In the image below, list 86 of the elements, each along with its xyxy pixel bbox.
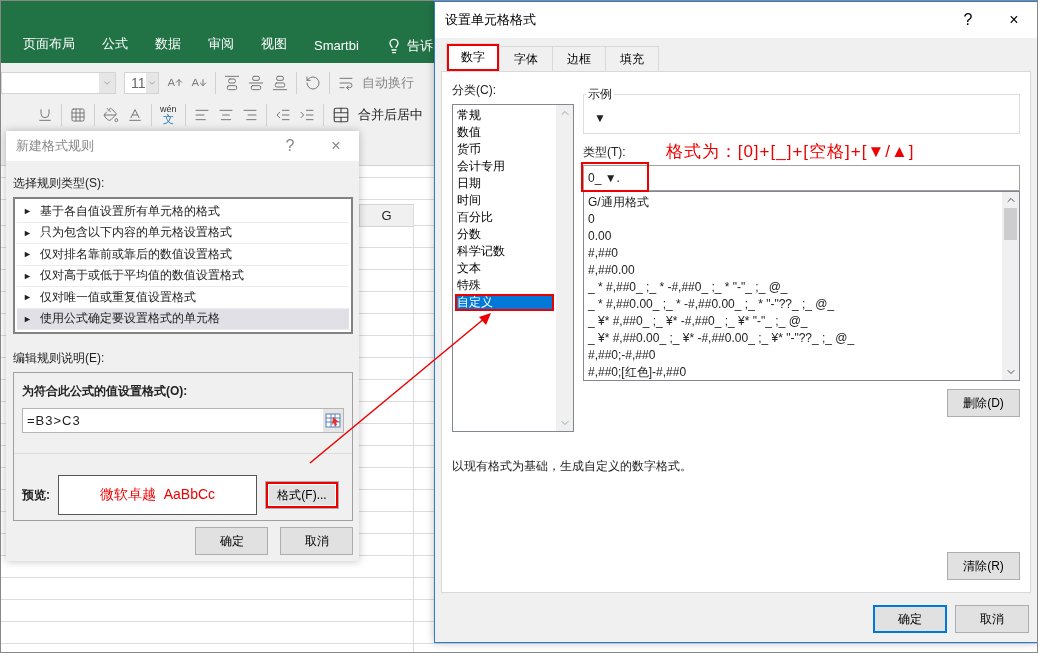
underline-icon[interactable]: [37, 107, 53, 123]
rule-type-item[interactable]: ► 仅对高于或低于平均值的数值设置格式: [17, 265, 349, 287]
dialog-tab[interactable]: 填充: [605, 46, 659, 71]
format-item[interactable]: _ ¥* #,##0_ ;_ ¥* -#,##0_ ;_ ¥* "-"_ ;_ @_: [588, 313, 998, 330]
decrease-indent-icon[interactable]: [274, 107, 291, 123]
category-item[interactable]: 分数: [455, 226, 554, 243]
delete-button[interactable]: 删除(D): [947, 389, 1020, 417]
font-size-field[interactable]: 11: [124, 72, 159, 94]
format-item[interactable]: _ * #,##0.00_ ;_ * -#,##0.00_ ;_ * "-"??_ ;_ @_: [588, 296, 998, 313]
increase-indent-icon[interactable]: [298, 107, 315, 123]
category-item[interactable]: 会计专用: [455, 158, 554, 175]
format-item[interactable]: _ * #,##0_ ;_ * -#,##0_ ;_ * "-"_ ;_ @_: [588, 279, 998, 296]
preview-text: 微软卓越 AaBbCc: [58, 475, 257, 515]
sample-label: 示例: [587, 86, 613, 103]
format-item[interactable]: #,##0;[红色]-#,##0: [588, 364, 998, 381]
dropdown-icon[interactable]: [146, 78, 157, 88]
type-label: 类型(T):: [583, 143, 626, 160]
dialog-title: 设置单元格格式: [445, 11, 537, 29]
scrollbar[interactable]: [1002, 192, 1019, 380]
formula-field[interactable]: =B3>C3: [22, 408, 344, 433]
sample-value: ▼: [594, 111, 606, 125]
dialog-tab[interactable]: 数字: [446, 43, 500, 71]
ribbon-tab[interactable]: 视图: [261, 35, 302, 55]
help-button[interactable]: ?: [945, 11, 991, 29]
ribbon-tab[interactable]: 数据: [155, 35, 196, 55]
dialog-button[interactable]: 取消: [955, 605, 1029, 633]
dialog-title: 新建格式规则: [16, 137, 95, 155]
category-label: 分类(C):: [452, 82, 497, 98]
rule-type-label: 选择规则类型(S):: [13, 175, 106, 191]
format-item[interactable]: _ ¥* #,##0.00_ ;_ ¥* -#,##0.00_ ;_ ¥* "-"??_ ;_ @_: [588, 330, 998, 347]
wrap-text-icon[interactable]: [338, 75, 354, 91]
ribbon-tab[interactable]: 审阅: [208, 35, 249, 55]
phonetic-guide-icon[interactable]: wén 文: [160, 105, 177, 125]
merge-cells-icon[interactable]: [331, 106, 350, 124]
align-middle-icon[interactable]: [248, 75, 264, 91]
scroll-thumb[interactable]: [1004, 208, 1017, 240]
dialog-button[interactable]: 确定: [873, 605, 947, 633]
category-item[interactable]: 日期: [455, 175, 554, 192]
merge-center-label[interactable]: 合并后居中: [357, 106, 423, 124]
dialog-button[interactable]: 取消: [280, 527, 353, 555]
type-field[interactable]: 0_ ▼.: [583, 165, 1020, 191]
align-bottom-icon[interactable]: [272, 75, 288, 91]
align-top-icon[interactable]: [224, 75, 240, 91]
clear-button[interactable]: 清除(R): [947, 552, 1020, 580]
dialog-button[interactable]: 确定: [195, 527, 268, 555]
category-item[interactable]: 常规: [455, 107, 554, 124]
format-item[interactable]: #,##0;-#,##0: [588, 347, 998, 364]
category-item[interactable]: 自定义: [455, 294, 554, 311]
format-button[interactable]: 格式(F)...: [265, 481, 339, 509]
category-item[interactable]: 特殊: [455, 277, 554, 294]
format-item[interactable]: #,##0: [588, 245, 998, 262]
format-item[interactable]: 0: [588, 211, 998, 228]
borders-icon[interactable]: [70, 107, 86, 123]
format-item[interactable]: #,##0.00: [588, 262, 998, 279]
category-item[interactable]: 货币: [455, 141, 554, 158]
align-right-icon[interactable]: [241, 107, 258, 123]
description-text: 以现有格式为基础，生成自定义的数字格式。: [452, 458, 693, 475]
category-item[interactable]: 数值: [455, 124, 554, 141]
font-name-field[interactable]: [1, 72, 116, 94]
format-item[interactable]: 0.00: [588, 228, 998, 245]
preview-label: 预览:: [22, 487, 50, 503]
ribbon-tab[interactable]: Smartbi: [314, 38, 374, 55]
category-item[interactable]: 文本: [455, 260, 554, 277]
align-left-icon[interactable]: [193, 107, 210, 123]
rule-type-item[interactable]: ► 只为包含以下内容的单元格设置格式: [17, 222, 349, 244]
close-button[interactable]: ×: [991, 11, 1037, 29]
dropdown-icon[interactable]: [102, 78, 112, 88]
align-center-icon[interactable]: [217, 107, 234, 123]
format-item[interactable]: G/通用格式: [588, 194, 998, 211]
category-item[interactable]: 时间: [455, 192, 554, 209]
range-select-icon[interactable]: [323, 409, 343, 432]
category-item[interactable]: 百分比: [455, 209, 554, 226]
orientation-icon[interactable]: [305, 75, 321, 91]
fill-color-icon[interactable]: [103, 107, 119, 123]
category-item[interactable]: 科学记数: [455, 243, 554, 260]
formula-label: 为符合此公式的值设置格式(O):: [22, 383, 189, 400]
annotation-text: 格式为：[0]+[_]+[空格]+[▼/▲]: [665, 141, 915, 163]
font-color-icon[interactable]: [127, 107, 143, 123]
edit-rule-label: 编辑规则说明(E):: [13, 350, 106, 366]
help-button[interactable]: ?: [267, 137, 313, 155]
ribbon-tab[interactable]: 公式: [102, 35, 143, 55]
close-button[interactable]: ×: [313, 137, 359, 155]
rule-type-item[interactable]: ► 使用公式确定要设置格式的单元格: [17, 308, 349, 330]
tell-me-label[interactable]: 告诉: [406, 37, 433, 55]
column-header[interactable]: G: [359, 204, 414, 227]
ribbon-tab[interactable]: 页面布局: [23, 35, 90, 55]
